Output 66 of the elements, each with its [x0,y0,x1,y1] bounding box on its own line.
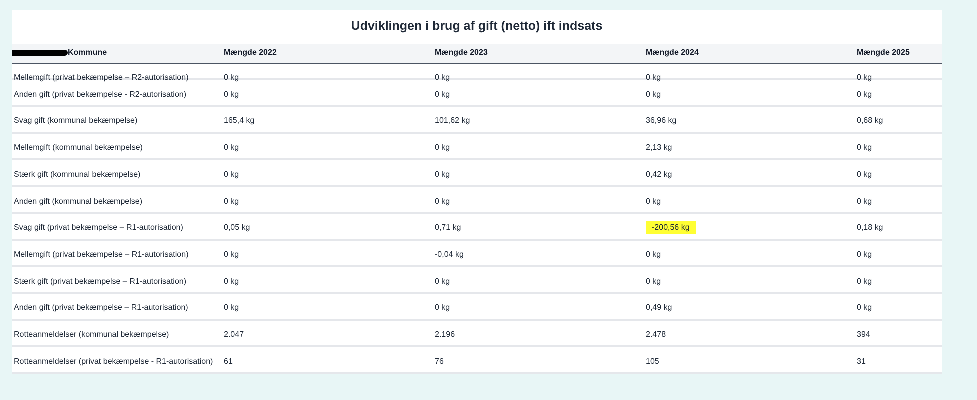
table-cell: Mellemgift (privat bekæmpelse – R1-autorisation) [14,250,189,259]
table-cell: 2,13 kg [646,143,672,152]
table-cell: 0 kg [224,170,240,179]
table-cell: 0 kg [646,276,662,286]
table-cell: 0 kg [857,73,872,82]
column-header: Mængde 2023 [435,47,488,60]
table-cell: 0 kg [857,170,872,179]
table-cell: 61 [224,356,233,366]
table-cell: 165,4 kg [224,116,255,126]
table-cell: Anden gift (privat bekæmpelse – R1-autorisation) [14,303,188,312]
table-cell: Anden gift (kommunal bekæmpelse) [14,196,143,206]
table-cell: Stærk gift (privat bekæmpelse – R1-autorisation) [14,276,187,286]
table-cell: Rotteanmeldelser (kommunal bekæmpelse) [14,330,170,340]
table-cell: 0 kg [435,90,450,99]
table-cell: Stærk gift (kommunal bekæmpelse) [14,170,141,179]
table-cell: 31 [857,356,866,366]
table-cell: 0,71 kg [435,223,462,232]
table-cell: 0 kg [224,276,240,286]
table-cell: Mellemgift (privat bekæmpelse – R2-autorisation) [14,73,189,82]
table-cell: 36,96 kg [646,116,677,126]
table-cell: 0 kg [435,73,450,82]
table-cell: 0 kg [857,143,872,152]
table-cell: 0 kg [224,90,240,99]
column-header: Mængde 2024 [646,47,699,60]
table-cell: 0 kg [646,73,662,82]
column-header: Mængde 2022 [224,47,277,60]
table-cell: 101,62 kg [435,116,470,126]
table-cell: Anden gift (privat bekæmpelse - R2-autorisation) [14,90,187,99]
table-cell: 76 [435,356,444,366]
table-cell: 0 kg [857,196,872,206]
table-cell: 0,49 kg [646,303,672,312]
column-header: Mængde 2025 [857,47,910,60]
table-cell: Rotteanmeldelser (privat bekæmpelse - R1-autorisation) [14,356,214,366]
table-cell: 0 kg [857,303,872,312]
table-cell: 0 kg [857,250,872,259]
table-cell: 0 kg [224,303,240,312]
table-cell: 2.047 [224,330,244,340]
table-cell: Svag gift (privat bekæmpelse – R1-autorisation) [14,223,184,232]
table-cell: 0 kg [435,170,450,179]
table-cell: 2.478 [646,330,666,340]
table-cell: 0 kg [646,196,662,206]
table-cell: 0 kg [224,250,240,259]
table-cell: 0 kg [224,143,240,152]
table-cell: 105 [646,356,660,366]
table-cell: -200,56 kg [646,221,696,234]
table-cell: 0,18 kg [857,223,884,232]
table-cell: -0,04 kg [435,250,464,259]
table-cell: 0,42 kg [646,170,672,179]
table-cell: 0 kg [224,73,240,82]
table-title: Udviklingen i brug af gift (netto) ift indsats [351,18,603,36]
table-cell: 0,05 kg [224,223,250,232]
table-cell: 0 kg [435,276,450,286]
table-cell: Mellemgift (kommunal bekæmpelse) [14,143,143,152]
table-cell: 2.196 [435,330,456,340]
table-cell: 0 kg [857,276,872,286]
table-cell: 0 kg [435,303,450,312]
column-header: Kommune [68,47,108,60]
table-cell: 0 kg [857,90,872,99]
table-cell: 0,68 kg [857,116,884,126]
table-cell: Svag gift (kommunal bekæmpelse) [14,116,138,126]
table-cell: 0 kg [646,90,662,99]
table-cell: 0 kg [224,196,240,206]
table-cell: 0 kg [646,250,662,259]
table-cell: 394 [857,330,870,340]
table-cell: 0 kg [435,196,450,206]
table-cell: 0 kg [435,143,450,152]
